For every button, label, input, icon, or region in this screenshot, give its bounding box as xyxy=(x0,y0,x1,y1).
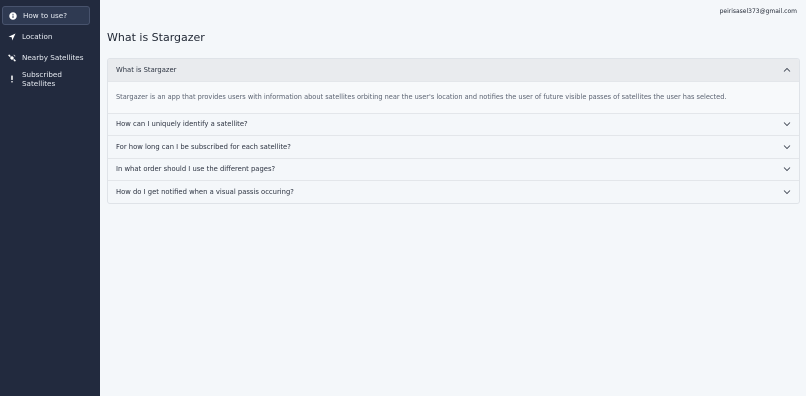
app: How to use? Location Nearby Satellites S… xyxy=(0,0,806,396)
faq-accordion: What is Stargazer Stargazer is an app th… xyxy=(107,58,800,204)
faq-question: How can I uniquely identify a satellite? xyxy=(116,120,248,129)
sidebar-item-label: How to use? xyxy=(23,11,68,20)
sidebar-nav: How to use? Location Nearby Satellites S… xyxy=(0,6,100,88)
faq-question: For how long can I be subscribed for eac… xyxy=(116,142,291,151)
sidebar-item-how-to-use[interactable]: How to use? xyxy=(2,6,90,25)
sidebar-item-subscribed-satellites[interactable]: Subscribed Satellites xyxy=(2,69,90,88)
faq-question: How do I get notified when a visual pass… xyxy=(116,187,294,196)
faq-question-button[interactable]: How can I uniquely identify a satellite? xyxy=(108,112,799,136)
location-arrow-icon xyxy=(8,33,16,41)
faq-answer: Stargazer is an app that provides users … xyxy=(108,81,799,113)
exclamation-icon xyxy=(8,75,16,83)
info-circle-icon xyxy=(9,11,17,20)
sidebar-item-label: Location xyxy=(22,32,53,41)
sidebar-item-nearby-satellites[interactable]: Nearby Satellites xyxy=(2,48,90,67)
main-content: peirisasel373@gmail.com What is Stargaze… xyxy=(100,0,806,396)
faq-item: What is Stargazer Stargazer is an app th… xyxy=(108,59,799,113)
faq-item: How do I get notified when a visual pass… xyxy=(108,180,799,203)
faq-item: For how long can I be subscribed for eac… xyxy=(108,135,799,158)
chevron-down-icon xyxy=(783,144,791,149)
faq-question-button[interactable]: How do I get notified when a visual pass… xyxy=(108,180,799,203)
chevron-down-icon xyxy=(783,189,791,194)
satellite-icon xyxy=(8,53,16,62)
faq-item: In what order should I use the different… xyxy=(108,157,799,181)
sidebar-item-location[interactable]: Location xyxy=(2,27,90,46)
faq-question: In what order should I use the different… xyxy=(116,165,276,174)
faq-question-button[interactable]: In what order should I use the different… xyxy=(108,157,799,181)
faq-question-button[interactable]: What is Stargazer xyxy=(108,59,799,82)
faq-item: How can I uniquely identify a satellite? xyxy=(108,112,799,136)
user-email[interactable]: peirisasel373@gmail.com xyxy=(720,8,797,15)
faq-question: What is Stargazer xyxy=(116,65,177,74)
sidebar-item-label: Subscribed Satellites xyxy=(22,69,62,88)
chevron-up-icon xyxy=(783,67,791,72)
faq-question-button[interactable]: For how long can I be subscribed for eac… xyxy=(108,135,799,158)
sidebar-item-label: Nearby Satellites xyxy=(22,53,84,62)
page-title: What is Stargazer xyxy=(107,31,205,44)
chevron-down-icon xyxy=(783,167,791,172)
chevron-down-icon xyxy=(783,122,791,127)
sidebar: How to use? Location Nearby Satellites S… xyxy=(0,0,100,396)
